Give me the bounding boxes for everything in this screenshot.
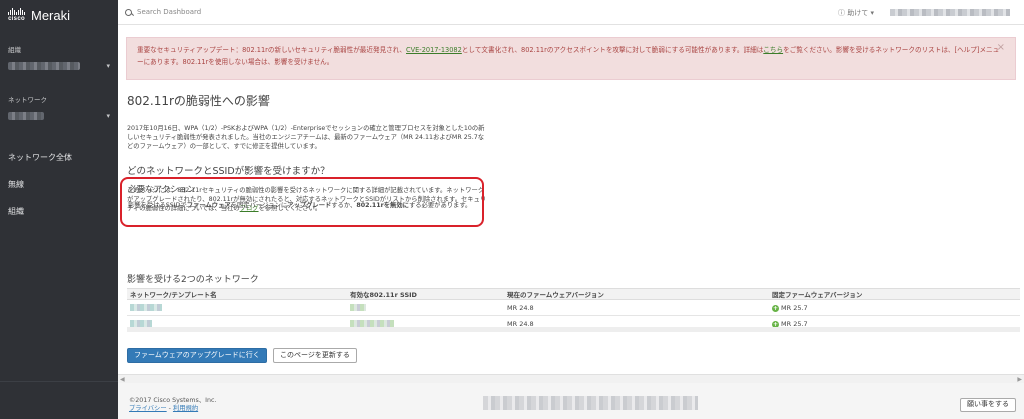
scroll-right-icon[interactable]: ▶ bbox=[1017, 376, 1022, 383]
cve-link[interactable]: CVE-2017-13082 bbox=[406, 46, 462, 54]
security-alert: 重要なセキュリティアップデート：802.11rの新しいセキュリティ脆弱性が最近発… bbox=[126, 37, 1016, 80]
search-placeholder: Search Dashboard bbox=[137, 8, 202, 16]
network-name-redacted[interactable] bbox=[127, 299, 347, 316]
col-current-fw[interactable]: 現在のファームウェアバージョン bbox=[504, 288, 769, 300]
network-name-redacted bbox=[8, 112, 44, 120]
topbar: Search Dashboard ⓘ 助けて ▾ bbox=[118, 0, 1024, 25]
sidebar-footer bbox=[0, 381, 118, 419]
col-fixed-fw[interactable]: 固定ファームウェアバージョン bbox=[769, 288, 1020, 300]
close-icon[interactable]: × bbox=[997, 42, 1005, 54]
caret-down-icon: ▾ bbox=[106, 62, 110, 70]
intro-text: 2017年10月16日、WPA（1/2）-PSKおよびWPA（1/2）-Ente… bbox=[127, 125, 485, 150]
help-label: 助けて ▾ bbox=[847, 9, 874, 17]
table-header-row: ネットワーク/テンプレート名 有効な802.11r SSID 現在のファームウェ… bbox=[127, 288, 1020, 300]
required-action-box: 必要なアクション 影響を受けるSSIDでファームウェアを固定バージョンにアップグ… bbox=[120, 177, 484, 227]
cisco-logo: cisco bbox=[8, 8, 25, 22]
footer-copyright: ©2017 Cisco Systems、Inc. プライバシー - 利用規約 bbox=[129, 397, 217, 412]
privacy-link[interactable]: プライバシー bbox=[129, 405, 167, 412]
horizontal-scrollbar[interactable]: ◀ ▶ bbox=[118, 374, 1024, 383]
main-content: 重要なセキュリティアップデート：802.11rの新しいセキュリティ脆弱性が最近発… bbox=[118, 25, 1024, 419]
terms-link[interactable]: 利用規約 bbox=[173, 405, 198, 412]
sidebar: cisco Meraki 組織 ▾ ネットワーク ▾ ネットワーク全体 無線 組… bbox=[0, 0, 118, 419]
ssid-redacted bbox=[347, 299, 504, 316]
meraki-logo[interactable]: cisco Meraki bbox=[0, 0, 118, 30]
affected-networks-heading: 影響を受ける2つのネットワーク bbox=[127, 275, 259, 285]
alert-text: 重要なセキュリティアップデート：802.11rの新しいセキュリティ脆弱性が最近発… bbox=[137, 46, 407, 54]
upgrade-firmware-button[interactable]: ファームウェアのアップグレードに行く bbox=[127, 348, 267, 363]
org-name-redacted bbox=[8, 62, 80, 70]
network-selector[interactable]: ▾ bbox=[8, 108, 110, 124]
required-action-text: 影響を受けるSSIDでファームウェアを固定バージョンにアップグレードするか、80… bbox=[128, 202, 472, 209]
required-action-heading: 必要なアクション bbox=[128, 185, 196, 195]
scroll-left-icon[interactable]: ◀ bbox=[120, 376, 125, 383]
caret-down-icon: ▾ bbox=[106, 112, 110, 120]
page-footer: ©2017 Cisco Systems、Inc. プライバシー - 利用規約 願… bbox=[118, 383, 1024, 419]
affected-networks-table: ネットワーク/テンプレート名 有効な802.11r SSID 現在のファームウェ… bbox=[127, 288, 1020, 332]
current-firmware: MR 24.8 bbox=[504, 299, 769, 316]
table-scrollbar[interactable] bbox=[127, 327, 1020, 332]
side-nav: ネットワーク全体 無線 組織 bbox=[0, 150, 118, 231]
nav-item-wireless[interactable]: 無線 bbox=[0, 177, 118, 204]
copyright-text: ©2017 Cisco Systems、Inc. bbox=[129, 397, 217, 404]
col-ssid[interactable]: 有効な802.11r SSID bbox=[347, 288, 504, 300]
user-account-redacted[interactable] bbox=[890, 9, 1010, 16]
refresh-page-button[interactable]: このページを更新する bbox=[273, 348, 357, 363]
help-menu[interactable]: ⓘ 助けて ▾ bbox=[838, 8, 874, 18]
org-label: 組織 bbox=[8, 46, 21, 54]
network-label: ネットワーク bbox=[8, 96, 47, 104]
col-network[interactable]: ネットワーク/テンプレート名 bbox=[127, 288, 347, 300]
affected-question-heading: どのネットワークとSSIDが影響を受けますか？ bbox=[127, 166, 330, 177]
alert-text: として文書化され、802.11rのアクセスポイントを攻撃に対して脆弱にする可能性… bbox=[461, 46, 764, 54]
org-selector[interactable]: ▾ bbox=[8, 58, 110, 74]
here-link[interactable]: こちら bbox=[763, 46, 783, 54]
search-icon bbox=[125, 8, 132, 16]
search-bar[interactable]: Search Dashboard bbox=[125, 8, 201, 16]
nav-item-organization[interactable]: 組織 bbox=[0, 204, 118, 231]
footer-info-redacted bbox=[483, 396, 698, 410]
make-a-wish-button[interactable]: 願い事をする bbox=[960, 398, 1016, 412]
plus-circle-icon: + bbox=[772, 304, 779, 312]
table-row: MR 24.8 + MR 25.7 bbox=[127, 299, 1020, 316]
fixed-firmware: + MR 25.7 bbox=[769, 299, 1020, 316]
help-icon: ⓘ bbox=[838, 9, 846, 17]
meraki-wordmark: Meraki bbox=[31, 7, 71, 23]
nav-item-network-wide[interactable]: ネットワーク全体 bbox=[0, 150, 118, 177]
page-title: 802.11rの脆弱性への影響 bbox=[127, 94, 270, 108]
